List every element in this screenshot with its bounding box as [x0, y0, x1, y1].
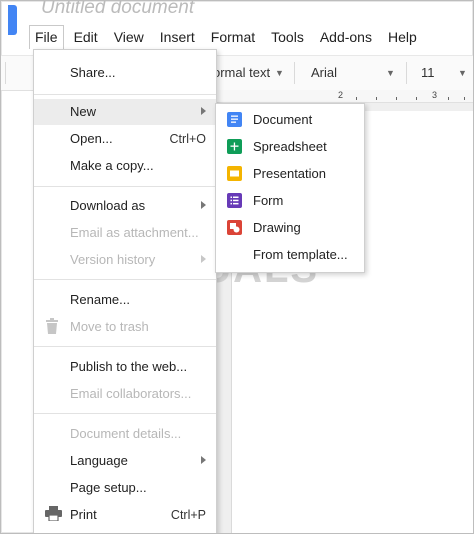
- menu-item-label: Publish to the web...: [70, 359, 188, 374]
- menu-item-make-copy[interactable]: Make a copy...: [34, 153, 216, 179]
- submenu-arrow-icon: [201, 255, 206, 263]
- menu-item-share[interactable]: Share...: [34, 60, 216, 86]
- font-dropdown[interactable]: Arial: [311, 65, 337, 80]
- slides-icon: [227, 166, 242, 181]
- menu-file[interactable]: File: [29, 25, 64, 49]
- file-menu: Share... New Open... Ctrl+O Make a copy.…: [33, 49, 217, 533]
- submenu-item-label: From template...: [253, 247, 348, 262]
- trash-icon: [45, 318, 59, 339]
- submenu-item-document[interactable]: Document: [216, 106, 364, 133]
- menu-divider: [34, 186, 216, 187]
- menu-divider: [34, 413, 216, 414]
- style-dropdown[interactable]: ormal text: [213, 65, 270, 80]
- menu-item-label: Rename...: [70, 292, 130, 307]
- toolbar-divider: [5, 62, 6, 84]
- menu-divider: [34, 279, 216, 280]
- submenu-item-label: Form: [253, 193, 284, 208]
- menu-item-label: Version history: [70, 252, 156, 267]
- menu-item-language[interactable]: Language: [34, 448, 216, 474]
- submenu-arrow-icon: [201, 107, 206, 115]
- document-title[interactable]: Untitled document: [41, 1, 194, 19]
- menu-divider: [34, 94, 216, 95]
- menu-help[interactable]: Help: [382, 25, 423, 49]
- menu-insert[interactable]: Insert: [154, 25, 201, 49]
- menu-format[interactable]: Format: [205, 25, 261, 49]
- submenu-item-spreadsheet[interactable]: Spreadsheet: [216, 133, 364, 160]
- menu-item-document-details: Document details...: [34, 421, 216, 447]
- shortcut-label: Ctrl+O: [169, 132, 206, 146]
- ruler-mark: 3: [432, 90, 438, 100]
- submenu-item-drawing[interactable]: Drawing: [216, 214, 364, 241]
- menu-item-label: Page setup...: [70, 480, 147, 495]
- printer-icon: [45, 506, 62, 526]
- menu-item-open[interactable]: Open... Ctrl+O: [34, 126, 216, 152]
- shortcut-label: Ctrl+P: [170, 508, 206, 522]
- ruler-tick: [376, 97, 377, 100]
- menu-item-label: Email as attachment...: [70, 225, 199, 240]
- ruler-tick: [356, 97, 357, 100]
- menu-item-page-setup[interactable]: Page setup...: [34, 475, 216, 501]
- submenu-item-label: Presentation: [253, 166, 326, 181]
- menu-addons[interactable]: Add-ons: [314, 25, 378, 49]
- menu-item-move-to-trash: Move to trash: [34, 314, 216, 340]
- toolbar-divider: [406, 62, 407, 84]
- chevron-down-icon: ▼: [386, 68, 395, 78]
- menu-item-email-attachment: Email as attachment...: [34, 220, 216, 246]
- menu-item-email-collaborators: Email collaborators...: [34, 381, 216, 407]
- menu-item-print[interactable]: Print Ctrl+P: [34, 502, 216, 528]
- menu-item-rename[interactable]: Rename...: [34, 287, 216, 313]
- menu-edit[interactable]: Edit: [68, 25, 104, 49]
- submenu-item-label: Spreadsheet: [253, 139, 327, 154]
- ruler-tick: [396, 97, 397, 100]
- menubar: File Edit View Insert Format Tools Add-o…: [29, 25, 427, 49]
- menu-item-label: Move to trash: [70, 319, 149, 334]
- menu-item-label: Document details...: [70, 426, 182, 441]
- menu-item-label: New: [70, 104, 97, 119]
- menu-divider: [34, 346, 216, 347]
- sheets-icon: [227, 139, 242, 154]
- submenu-item-from-template[interactable]: From template...: [216, 241, 364, 268]
- docs-logo-icon[interactable]: [8, 5, 17, 35]
- forms-icon: [227, 193, 242, 208]
- docs-icon: [227, 112, 242, 127]
- submenu-item-label: Drawing: [253, 220, 301, 235]
- toolbar-divider: [294, 62, 295, 84]
- submenu-arrow-icon: [201, 201, 206, 209]
- submenu-arrow-icon: [201, 456, 206, 464]
- ruler: 2 3: [216, 90, 473, 103]
- chevron-down-icon: ▼: [458, 68, 467, 78]
- menu-tools[interactable]: Tools: [265, 25, 310, 49]
- menu-view[interactable]: View: [108, 25, 150, 49]
- menu-item-label: Print: [70, 507, 97, 522]
- drawings-icon: [227, 220, 242, 235]
- new-submenu: Document Spreadsheet Presentation Form D…: [215, 103, 365, 273]
- submenu-item-presentation[interactable]: Presentation: [216, 160, 364, 187]
- menu-item-download[interactable]: Download as: [34, 193, 216, 219]
- menu-item-version-history: Version history: [34, 247, 216, 273]
- ruler-tick: [464, 97, 465, 100]
- ruler-tick: [416, 97, 417, 100]
- menu-item-new[interactable]: New: [34, 99, 216, 125]
- submenu-item-form[interactable]: Form: [216, 187, 364, 214]
- screenshot-frame: Untitled document File Edit View Insert …: [0, 0, 474, 534]
- font-size-dropdown[interactable]: 11: [421, 65, 435, 80]
- chevron-down-icon: ▼: [275, 68, 284, 78]
- menu-item-label: Share...: [70, 65, 116, 80]
- menu-item-label: Open...: [70, 131, 113, 146]
- ruler-tick: [448, 97, 449, 100]
- menu-item-label: Language: [70, 453, 128, 468]
- ruler-mark: 2: [338, 90, 344, 100]
- menu-item-label: Make a copy...: [70, 158, 154, 173]
- menu-item-publish[interactable]: Publish to the web...: [34, 354, 216, 380]
- menu-item-label: Email collaborators...: [70, 386, 192, 401]
- menu-item-label: Download as: [70, 198, 146, 213]
- submenu-item-label: Document: [253, 112, 313, 127]
